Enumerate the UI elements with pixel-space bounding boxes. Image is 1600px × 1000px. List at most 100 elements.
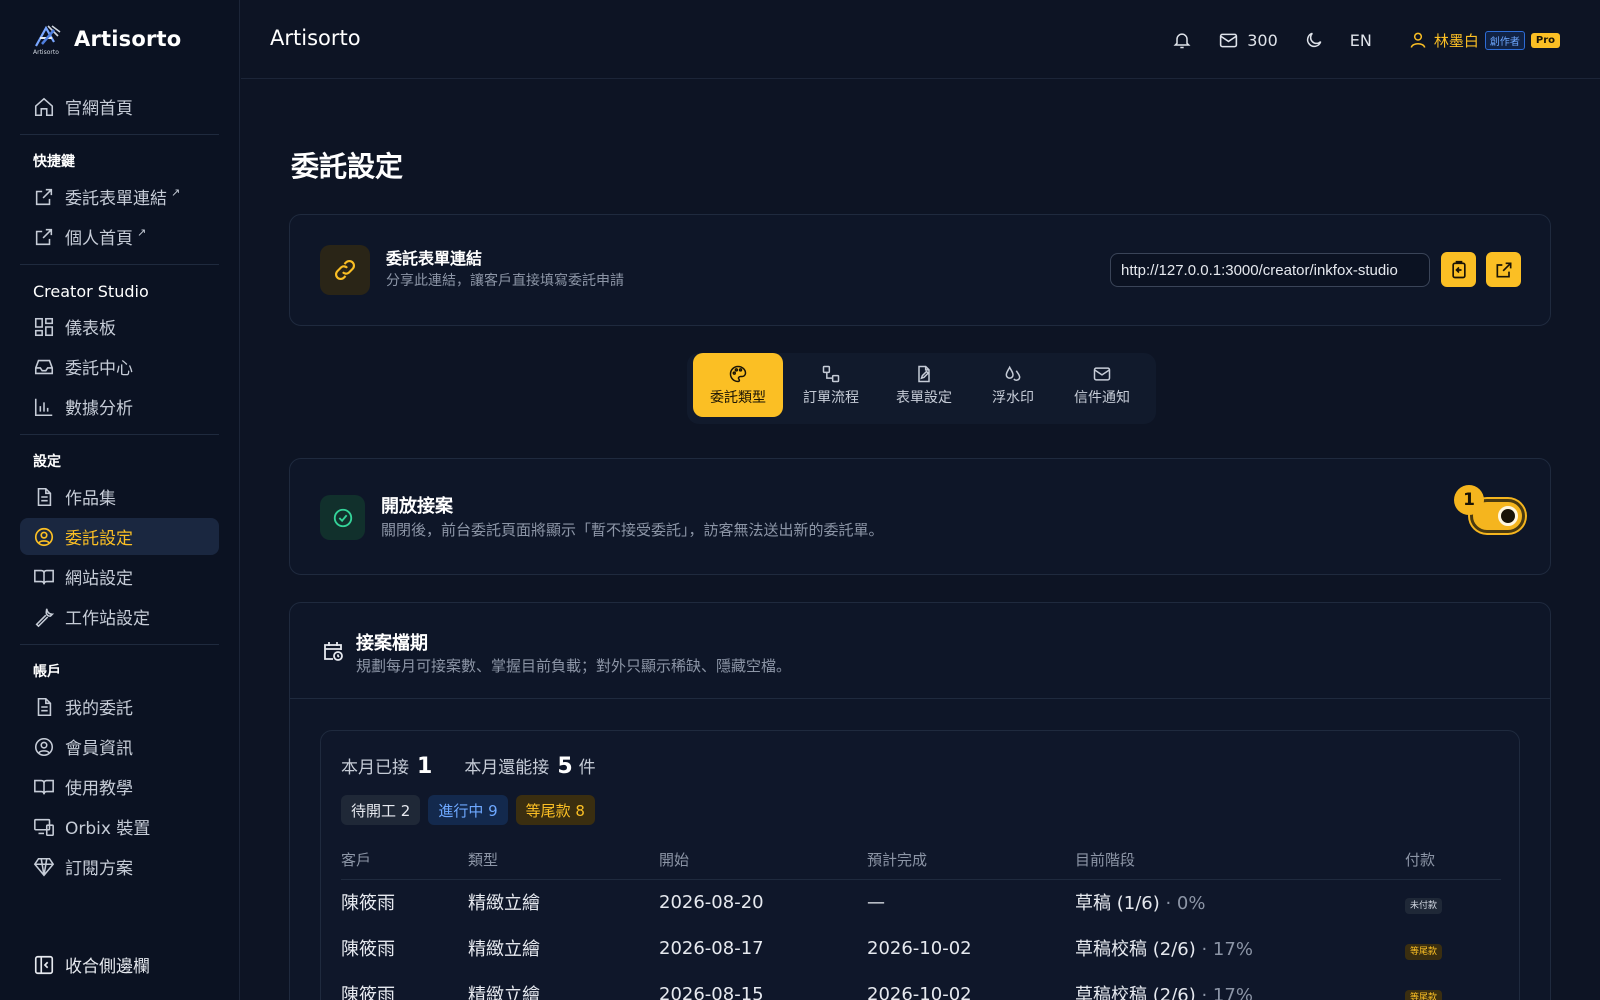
mail-icon [1093, 366, 1111, 381]
top-bar: Artisorto 300 EN 林墨白 創作者 Pro [241, 0, 1600, 79]
sidebar-item-label: 個人首頁 [65, 229, 133, 249]
commission-url-input[interactable] [1110, 253, 1430, 287]
sidebar-item-personal-home[interactable]: 個人首頁 ↗ [20, 218, 219, 255]
stage-text: 草稿 (1/6) [1075, 893, 1160, 915]
clipboard-icon [1451, 260, 1466, 278]
cell-due: 2026-10-02 [867, 937, 972, 959]
divider [20, 434, 219, 435]
unit-label: 件 [578, 758, 596, 778]
cell-due: — [867, 891, 885, 913]
sidebar-item-home[interactable]: 官網首頁 [20, 88, 219, 125]
step-badge: 1 [1454, 485, 1484, 515]
notifications-button[interactable] [1172, 30, 1192, 50]
cell-type: 精緻立繪 [468, 939, 540, 960]
sidebar-item-member-info[interactable]: 會員資訊 [20, 728, 219, 765]
sidebar-item-workstation-settings[interactable]: 工作站設定 [20, 598, 219, 635]
toggle-knob [1498, 506, 1518, 526]
cell-stage: 草稿校稿 (2/6) · 17% [1075, 925, 1405, 971]
cell-stage: 草稿校稿 (2/6) · 17% [1075, 971, 1405, 1000]
dashboard-icon [34, 317, 54, 336]
sidebar-item-tutorial[interactable]: 使用教學 [20, 768, 219, 805]
tab-label: 訂單流程 [803, 389, 859, 406]
sidebar: Artisorto Artisorto 官網首頁 快捷鍵 委託表單連結 ↗ 個人… [0, 0, 240, 1000]
sidebar-item-site-settings[interactable]: 網站設定 [20, 558, 219, 595]
cell-start: 2026-08-17 [659, 937, 764, 959]
user-menu[interactable]: 林墨白 創作者 Pro [1408, 30, 1560, 51]
open-card-title: 開放接案 [381, 496, 453, 517]
sidebar-item-subscription[interactable]: 訂閱方案 [20, 848, 219, 885]
cell-type: 精緻立繪 [468, 893, 540, 915]
theme-toggle-button[interactable] [1304, 30, 1324, 50]
table-row[interactable]: 陳筱雨 精緻立繪 2026-08-15 2026-10-02 草稿校稿 (2/6… [341, 971, 1501, 1000]
sidebar-item-label: 官網首頁 [65, 99, 133, 119]
moon-icon [1306, 32, 1322, 48]
status-chip-awaiting-final[interactable]: 等尾款 8 [515, 795, 595, 825]
section-heading-settings: 設定 [33, 454, 61, 470]
accepted-count: 1 [417, 754, 433, 779]
bell-icon [1173, 33, 1191, 49]
collapse-sidebar-button[interactable]: 收合側邊欄 [33, 952, 150, 977]
divider [20, 134, 219, 135]
status-chip-in-progress[interactable]: 進行中 9 [428, 795, 508, 825]
tab-email-notifications[interactable]: 信件通知 [1057, 353, 1147, 417]
sidebar-item-label: 會員資訊 [65, 739, 133, 759]
brand[interactable]: Artisorto Artisorto [32, 24, 182, 56]
brand-name: Artisorto [74, 27, 182, 51]
tab-commission-types[interactable]: 委託類型 [693, 353, 783, 417]
remaining-count: 5 [557, 754, 573, 779]
user-circle-icon [34, 527, 54, 546]
stage-text: 草稿校稿 (2/6) [1075, 939, 1196, 960]
sidebar-item-label: 委託中心 [65, 359, 133, 379]
document-icon [37, 487, 52, 506]
sidebar-item-label: 訂閱方案 [65, 859, 133, 879]
commissions-table: 客戶 類型 開始 預計完成 目前階段 付款 陳筱雨 精緻立繪 2026-08-2… [341, 841, 1501, 1000]
sidebar-item-portfolio[interactable]: 作品集 [20, 478, 219, 515]
sidebar-item-label: 作品集 [65, 489, 116, 509]
devices-icon [34, 818, 54, 836]
mail-icon [1220, 33, 1238, 47]
stage-percent: · 17% [1195, 985, 1253, 1000]
tab-form-settings[interactable]: 表單設定 [879, 353, 969, 417]
cell-start: 2026-08-20 [659, 891, 764, 913]
cell-start: 2026-08-15 [659, 983, 764, 1000]
copy-url-button[interactable] [1441, 252, 1476, 287]
external-link-icon [35, 188, 53, 205]
wrench-icon [35, 608, 55, 627]
sidebar-item-commission-settings[interactable]: 委託設定 [20, 518, 219, 555]
cell-payment: 等尾款 [1405, 925, 1501, 971]
messages-button[interactable]: 300 [1218, 30, 1278, 51]
sidebar-item-dashboard[interactable]: 儀表板 [20, 308, 219, 345]
table-row[interactable]: 陳筱雨 精緻立繪 2026-08-17 2026-10-02 草稿校稿 (2/6… [341, 925, 1501, 971]
inbox-icon [34, 359, 54, 374]
divider [20, 644, 219, 645]
schedule-title: 接案檔期 [356, 633, 428, 654]
schedule-header: 接案檔期 規劃每月可接案數、掌握目前負載；對外只顯示稀缺、隱藏空檔。 [290, 603, 1550, 699]
user-name: 林墨白 [1433, 31, 1479, 50]
sidebar-item-commission-form-link[interactable]: 委託表單連結 ↗ [20, 178, 219, 215]
sidebar-item-label: 工作站設定 [65, 609, 150, 629]
cell-client: 陳筱雨 [341, 939, 395, 960]
tab-watermark[interactable]: 浮水印 [973, 353, 1053, 417]
schedule-card: 接案檔期 規劃每月可接案數、掌握目前負載；對外只顯示稀缺、隱藏空檔。 本月已接 … [289, 602, 1551, 1000]
sidebar-item-my-commissions[interactable]: 我的委託 [20, 688, 219, 725]
user-circle-icon [34, 737, 54, 756]
section-heading-account: 帳戶 [33, 664, 61, 680]
column-header: 付款 [1405, 841, 1501, 880]
language-button[interactable]: EN [1350, 31, 1372, 50]
role-badge: 創作者 [1484, 30, 1525, 50]
tab-order-flow[interactable]: 訂單流程 [787, 353, 875, 417]
sidebar-item-orbix-devices[interactable]: Orbix 裝置 [20, 808, 219, 845]
collapse-sidebar-label: 收合側邊欄 [65, 957, 150, 977]
schedule-subtitle: 規劃每月可接案數、掌握目前負載；對外只顯示稀缺、隱藏空檔。 [356, 657, 792, 675]
accepted-label: 本月已接 [341, 758, 409, 778]
sidebar-item-analytics[interactable]: 數據分析 [20, 388, 219, 425]
payment-badge: 等尾款 [1405, 943, 1443, 960]
table-row[interactable]: 陳筱雨 精緻立繪 2026-08-20 — 草稿 (1/6) · 0% 未付款 [341, 879, 1501, 925]
status-chip-pending[interactable]: 待開工 2 [341, 795, 421, 825]
sidebar-item-commission-center[interactable]: 委託中心 [20, 348, 219, 385]
sidebar-item-label: 委託表單連結 [65, 189, 167, 209]
workflow-icon [822, 365, 840, 382]
tab-label: 浮水印 [992, 389, 1034, 406]
open-url-button[interactable] [1486, 252, 1521, 287]
calendar-clock-icon [324, 642, 343, 661]
